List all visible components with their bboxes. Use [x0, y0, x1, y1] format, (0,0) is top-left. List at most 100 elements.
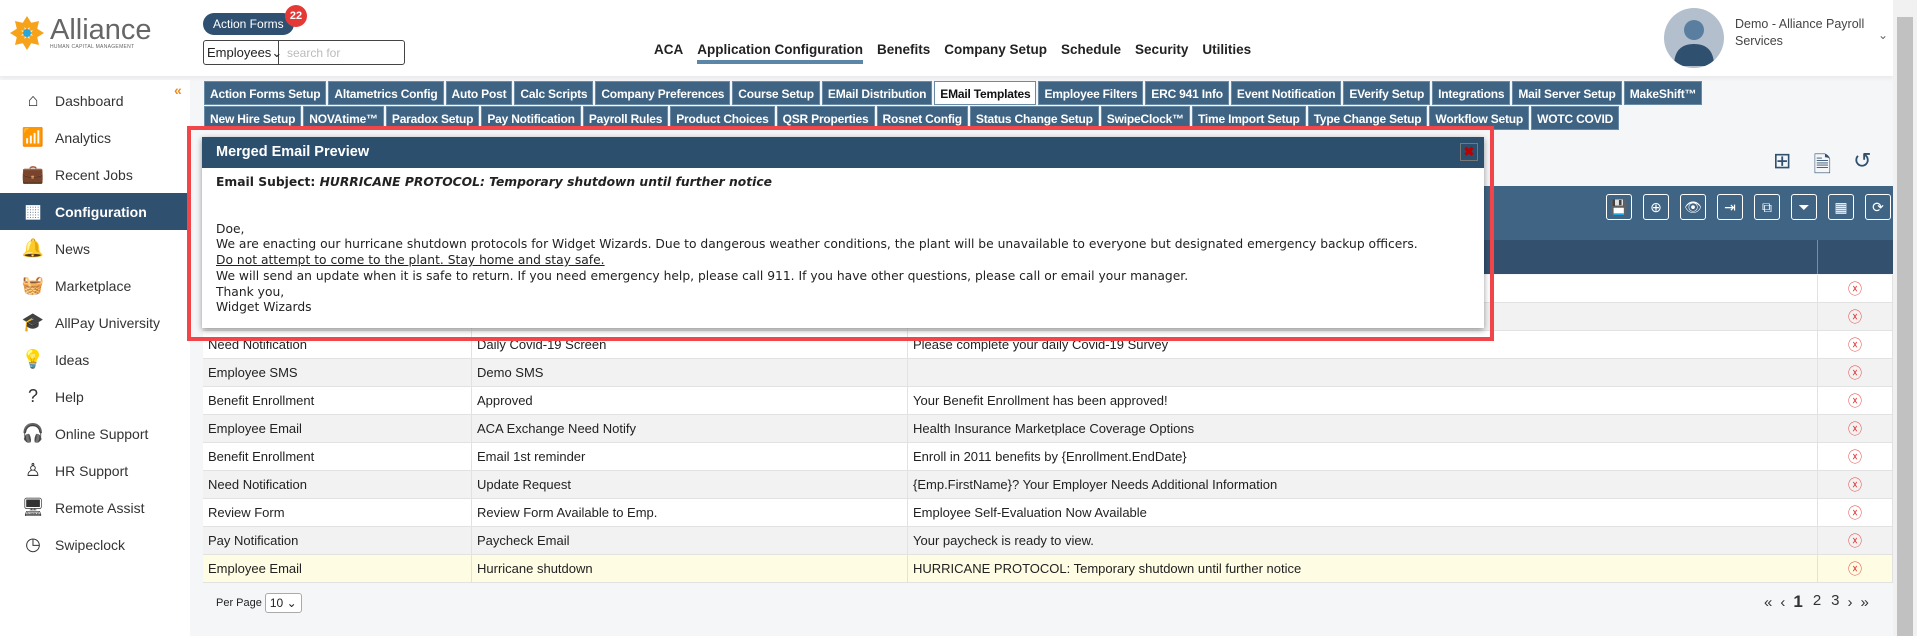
last-page-icon[interactable]: » — [1861, 594, 1869, 611]
tab-erc-941-info[interactable]: ERC 941 Info — [1145, 81, 1229, 105]
delete-icon[interactable]: ⓧ — [1818, 303, 1893, 331]
avatar[interactable] — [1664, 8, 1724, 68]
table-row[interactable]: Benefit Enrollment Email 1st reminder Enro… — [203, 443, 1893, 471]
table-row[interactable]: Pay Notification Paycheck Email Your paych… — [203, 527, 1893, 555]
layout-grid-icon[interactable]: ⊞ — [1773, 148, 1791, 186]
user-name[interactable]: Demo - Alliance Payroll Services — [1735, 16, 1885, 50]
action-forms-button[interactable]: Action Forms — [203, 13, 294, 35]
sidebar-item-recent-jobs[interactable]: 💼 Recent Jobs — [0, 156, 188, 193]
email-line: We are enacting our hurricane shutdown p… — [216, 237, 1418, 252]
tab-company-preferences[interactable]: Company Preferences — [595, 81, 731, 105]
tab-email-distribution[interactable]: EMail Distribution — [821, 81, 933, 105]
sidebar-item-marketplace[interactable]: 🧺 Marketplace — [0, 267, 188, 304]
sidebar-item-configuration[interactable]: ▦ Configuration — [0, 193, 188, 230]
logo[interactable]: Alliance HUMAN CAPITAL MANAGEMENT — [8, 14, 152, 52]
delete-icon[interactable]: ⓧ — [1818, 499, 1893, 527]
sidebar-item-help[interactable]: ? Help — [0, 378, 188, 415]
nav-item[interactable]: Utilities — [1202, 42, 1251, 64]
tab-calc-scripts[interactable]: Calc Scripts — [514, 81, 594, 105]
nav-item[interactable]: Schedule — [1061, 42, 1121, 64]
tab-course-setup[interactable]: Course Setup — [732, 81, 820, 105]
history-icon[interactable]: ↺ — [1853, 148, 1871, 186]
copy-icon[interactable]: ⧉ — [1754, 194, 1780, 220]
table-cell: Paycheck Email — [472, 527, 908, 555]
tab-email-templates[interactable]: EMail Templates — [934, 81, 1037, 105]
page-link[interactable]: 3 — [1831, 592, 1839, 612]
chevron-down-icon[interactable]: ⌄ — [1878, 28, 1888, 42]
dialog-title: Merged Email Preview — [216, 144, 370, 160]
save-icon[interactable]: 💾 — [1606, 194, 1632, 220]
delete-icon[interactable]: ⓧ — [1818, 275, 1893, 303]
clock-icon: ◷ — [25, 534, 41, 554]
page-link[interactable]: 1 — [1793, 592, 1802, 612]
close-icon[interactable]: ✖ — [1460, 143, 1478, 161]
sidebar-item-online-support[interactable]: 🎧 Online Support — [0, 415, 188, 452]
document-icon[interactable]: 🗎 — [1813, 148, 1831, 186]
briefcase-icon: 💼 — [21, 164, 45, 184]
table-row[interactable]: Employee Email Hurricane shutdown HURRICAN… — [203, 555, 1893, 583]
monitor-icon: 🖥 — [21, 497, 45, 517]
search-input[interactable]: search for — [279, 41, 348, 64]
filter-icon[interactable]: ⏷ — [1791, 194, 1817, 220]
delete-icon[interactable]: ⓧ — [1818, 527, 1893, 555]
delete-icon[interactable]: ⓧ — [1818, 555, 1893, 583]
add-icon[interactable]: ⊕ — [1643, 194, 1669, 220]
scrollbar-thumb[interactable] — [1897, 17, 1913, 636]
tab-everify-setup[interactable]: EVerify Setup — [1343, 81, 1431, 105]
sidebar-item-dashboard[interactable]: ⌂ Dashboard — [0, 82, 188, 119]
preview-icon[interactable]: 👁 — [1680, 194, 1706, 220]
export-icon[interactable]: ⇥ — [1717, 194, 1743, 220]
tab-event-notification[interactable]: Event Notification — [1230, 81, 1342, 105]
email-subject: Email Subject: HURRICANE PROTOCOL: Tempo… — [216, 175, 1470, 191]
table-cell: Employee Self-Evaluation Now Available — [908, 499, 1818, 527]
nav-item[interactable]: Benefits — [877, 42, 930, 64]
table-cell: Pay Notification — [203, 527, 472, 555]
merged-email-preview-dialog: Merged Email Preview ✖ Email Subject: HU… — [202, 137, 1484, 328]
sidebar-item-hr-support[interactable]: ♙ HR Support — [0, 452, 188, 489]
sidebar-item-swipeclock[interactable]: ◷ Swipeclock — [0, 526, 188, 563]
delete-icon[interactable]: ⓧ — [1818, 359, 1893, 387]
question-icon: ? — [27, 386, 38, 406]
sidebar-item-remote-assist[interactable]: 🖥 Remote Assist — [0, 489, 188, 526]
tab-auto-post[interactable]: Auto Post — [445, 81, 513, 105]
refresh-icon[interactable]: ⟳ — [1865, 194, 1891, 220]
scrollbar[interactable] — [1893, 0, 1917, 636]
delete-icon[interactable]: ⓧ — [1818, 443, 1893, 471]
dialog-body: Email Subject: HURRICANE PROTOCOL: Tempo… — [202, 168, 1484, 323]
delete-icon[interactable]: ⓧ — [1818, 415, 1893, 443]
sidebar-item-allpay-university[interactable]: 🎓 AllPay University — [0, 304, 188, 341]
page-link[interactable]: 2 — [1813, 592, 1821, 612]
table-row[interactable]: Need Notification Update Request {Emp.Firs… — [203, 471, 1893, 499]
nav-item[interactable]: Company Setup — [944, 42, 1047, 64]
table-row[interactable]: Review Form Review Form Available to Emp.… — [203, 499, 1893, 527]
table-cell: {Emp.FirstName}? Your Employer Needs Add… — [908, 471, 1818, 499]
grid-icon[interactable]: ▦ — [1828, 194, 1854, 220]
tab-employee-filters[interactable]: Employee Filters — [1038, 81, 1144, 105]
per-page-select[interactable]: 10 ⌄ — [264, 593, 302, 613]
prev-page-icon[interactable]: ‹ — [1780, 594, 1785, 611]
sidebar-item-analytics[interactable]: 📶 Analytics — [0, 119, 188, 156]
sidebar-item-news[interactable]: 🔔 News — [0, 230, 188, 267]
nav-item[interactable]: ACA — [654, 42, 683, 64]
table-row[interactable]: Benefit Enrollment Approved Your Benefit E… — [203, 387, 1893, 415]
tab-altametrics-config[interactable]: Altametrics Config — [328, 81, 444, 105]
nav-item[interactable]: Security — [1135, 42, 1188, 64]
search-scope-select[interactable]: Employees ⌄ — [204, 41, 282, 64]
delete-icon[interactable]: ⓧ — [1818, 387, 1893, 415]
tab-wotc-covid[interactable]: WOTC COVID — [1531, 106, 1620, 130]
collapse-sidebar-icon[interactable]: « — [174, 82, 182, 98]
table-cell: ACA Exchange Need Notify — [472, 415, 908, 443]
delete-icon[interactable]: ⓧ — [1818, 331, 1893, 359]
tab-mail-server-setup[interactable]: Mail Server Setup — [1512, 81, 1622, 105]
next-page-icon[interactable]: › — [1848, 594, 1853, 611]
tab-makeshift-[interactable]: MakeShift™ — [1623, 81, 1703, 105]
table-row[interactable]: Employee Email ACA Exchange Need Notify He… — [203, 415, 1893, 443]
nav-item[interactable]: Application Configuration — [697, 42, 863, 64]
table-row[interactable]: Employee SMS Demo SMS ⓧ — [203, 359, 1893, 387]
sidebar-item-ideas[interactable]: 💡 Ideas — [0, 341, 188, 378]
delete-icon[interactable]: ⓧ — [1818, 471, 1893, 499]
first-page-icon[interactable]: « — [1764, 594, 1772, 611]
tab-action-forms-setup[interactable]: Action Forms Setup — [204, 81, 327, 105]
tab-integrations[interactable]: Integrations — [1432, 81, 1511, 105]
table-cell: Your Benefit Enrollment has been approve… — [908, 387, 1818, 415]
